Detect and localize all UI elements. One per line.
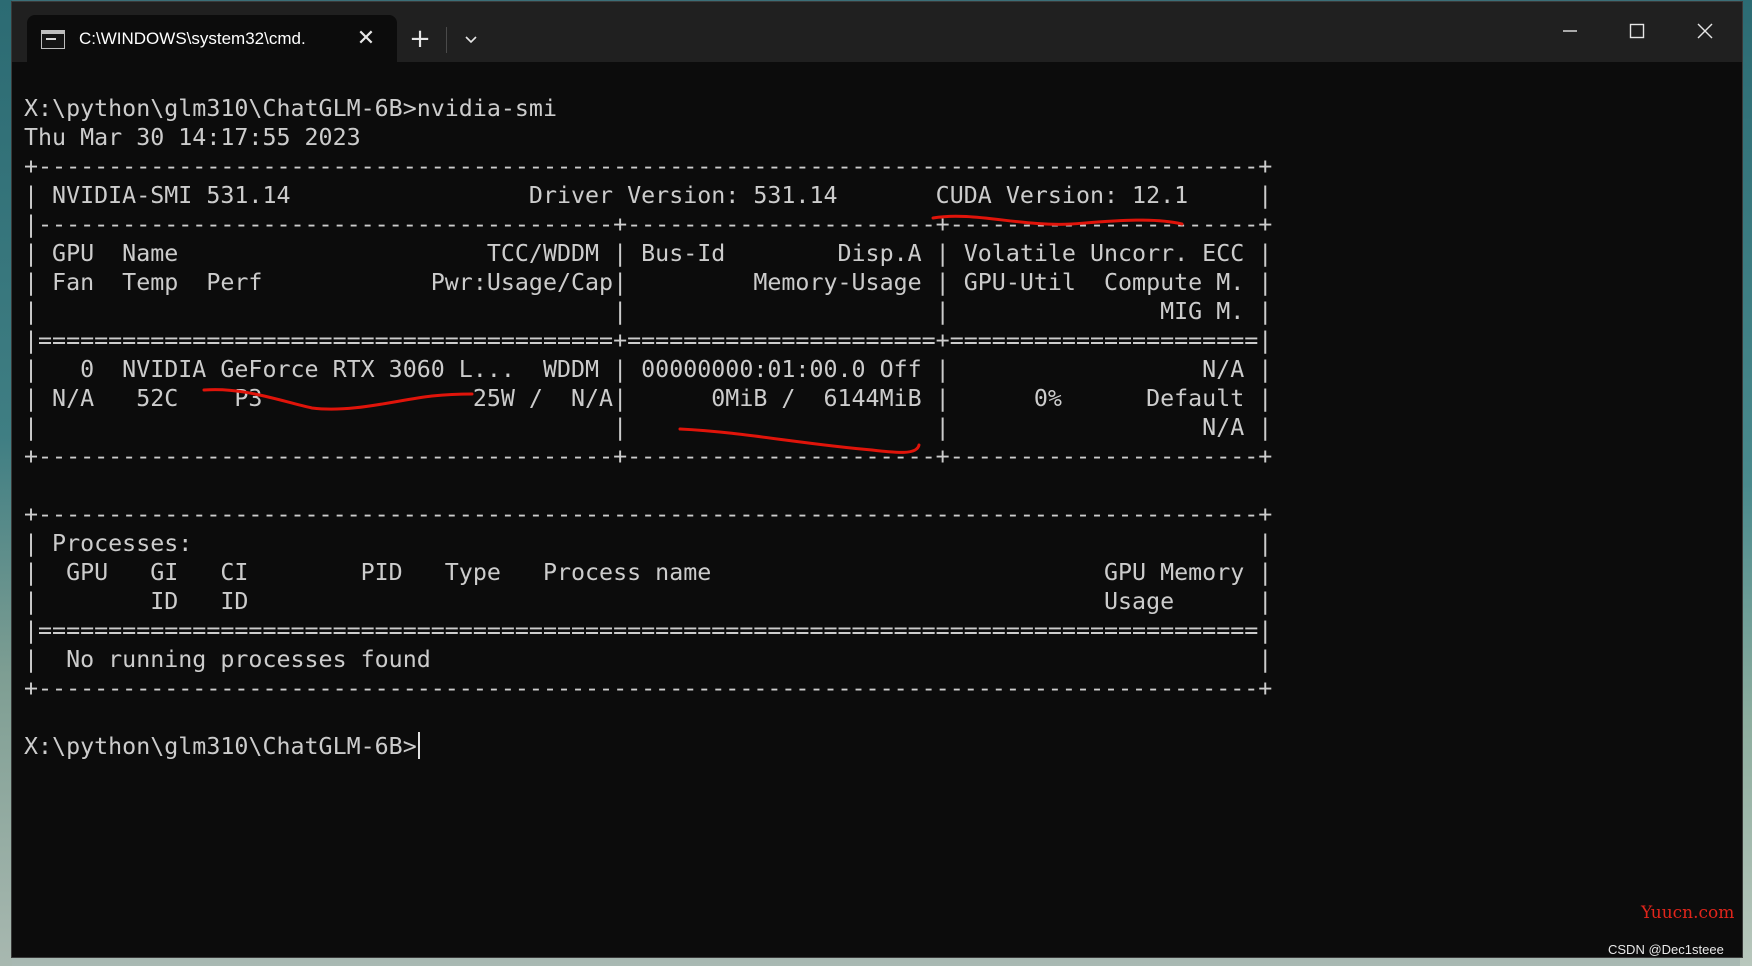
terminal-line: |=======================================… — [24, 617, 1273, 644]
tab-dropdown-button[interactable] — [457, 26, 485, 54]
terminal-line-gpu: | 0 NVIDIA GeForce RTX 3060 L... WDDM | … — [24, 356, 1273, 383]
prompt-text: X:\python\glm310\ChatGLM-6B> — [24, 733, 417, 760]
new-tab-button[interactable]: + — [405, 24, 435, 54]
terminal-line-processes: | No running processes found | — [24, 646, 1273, 673]
terminal-output[interactable]: X:\python\glm310\ChatGLM-6B>nvidia-smi Th… — [24, 94, 1272, 761]
terminal-line-processes: | GPU GI CI PID Type Process name GPU Me… — [24, 559, 1273, 586]
terminal-line-processes: | ID ID Usage | — [24, 588, 1273, 615]
terminal-line-versions: | NVIDIA-SMI 531.14 Driver Version: 531.… — [24, 182, 1273, 209]
tab-title: C:\WINDOWS\system32\cmd. — [79, 29, 306, 48]
close-icon — [1697, 23, 1713, 39]
terminal-line: +---------------------------------------… — [24, 501, 1273, 528]
maximize-button[interactable] — [1612, 14, 1662, 50]
tab-divider — [446, 27, 447, 53]
tab-cmd[interactable]: C:\WINDOWS\system32\cmd. ✕ — [27, 15, 397, 62]
terminal-line: +---------------------------------------… — [24, 675, 1273, 702]
terminal-line: +---------------------------------------… — [24, 153, 1273, 180]
terminal-line: |---------------------------------------… — [24, 211, 1273, 238]
terminal-line-processes: | Processes: | — [24, 530, 1273, 557]
tab-close-button[interactable]: ✕ — [352, 25, 380, 53]
maximize-icon — [1629, 23, 1645, 39]
minimize-icon — [1563, 30, 1577, 32]
title-bar[interactable]: C:\WINDOWS\system32\cmd. ✕ + — [12, 2, 1742, 62]
terminal-line-command: X:\python\glm310\ChatGLM-6B>nvidia-smi — [24, 95, 557, 122]
terminal-line: ​ — [24, 471, 1272, 500]
text-cursor — [417, 732, 420, 759]
watermark-site: Yuucn.com — [1641, 903, 1735, 923]
terminal-line: |=======================================… — [24, 327, 1273, 354]
terminal-line-header: | Fan Temp Perf Pwr:Usage/Cap| Memory-Us… — [24, 269, 1273, 296]
cmd-icon — [41, 30, 65, 49]
terminal-line-prompt[interactable]: X:\python\glm310\ChatGLM-6B> — [24, 732, 1272, 761]
minimize-button[interactable] — [1545, 14, 1595, 50]
terminal-line: ​ — [24, 703, 1272, 732]
terminal-window: C:\WINDOWS\system32\cmd. ✕ + X:\python\g… — [11, 1, 1743, 958]
close-window-button[interactable] — [1680, 14, 1730, 50]
watermark-author: CSDN @Dec1steee — [1608, 942, 1724, 957]
terminal-line: +---------------------------------------… — [24, 443, 1273, 470]
terminal-line-timestamp: Thu Mar 30 14:17:55 2023 — [24, 124, 361, 151]
terminal-line-header: | GPU Name TCC/WDDM | Bus-Id Disp.A | Vo… — [24, 240, 1273, 267]
terminal-line-gpu: | | | N/A | — [24, 414, 1273, 441]
chevron-down-icon — [465, 36, 477, 44]
terminal-line-gpu: | N/A 52C P3 25W / N/A| 0MiB / 6144MiB |… — [24, 385, 1273, 412]
terminal-line-header: | | | MIG M. | — [24, 298, 1273, 325]
